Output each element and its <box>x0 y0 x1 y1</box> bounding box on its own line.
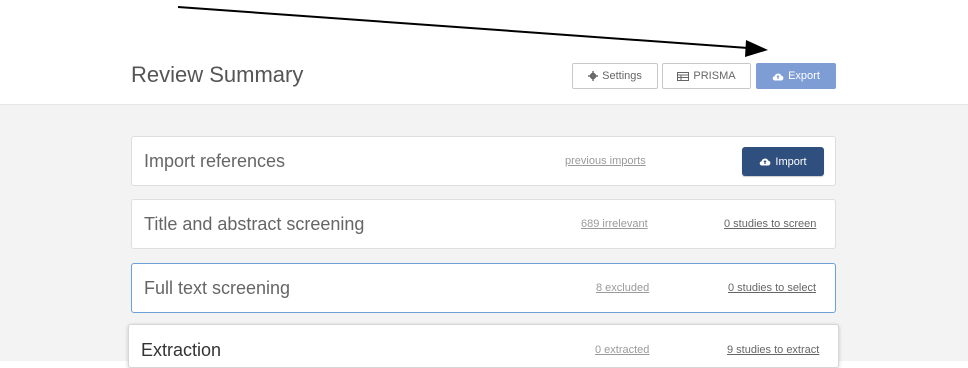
studies-to-select-link[interactable]: 0 studies to select <box>728 282 816 294</box>
extracted-link[interactable]: 0 extracted <box>595 344 649 356</box>
stage-card-title-abstract: Title and abstract screening 689 irrelev… <box>131 199 836 249</box>
prisma-button[interactable]: PRISMA <box>662 63 751 89</box>
export-button[interactable]: Export <box>756 63 836 89</box>
prisma-label: PRISMA <box>693 70 736 82</box>
studies-to-screen-link[interactable]: 0 studies to screen <box>724 218 816 230</box>
excluded-link[interactable]: 8 excluded <box>596 282 649 294</box>
page-title: Review Summary <box>131 62 304 87</box>
stage-title: Extraction <box>141 340 222 360</box>
settings-label: Settings <box>602 70 642 82</box>
stage-title: Title and abstract screening <box>144 214 365 234</box>
cloud-upload-icon <box>760 158 771 166</box>
settings-button[interactable]: Settings <box>572 63 658 89</box>
export-label: Export <box>788 70 820 82</box>
irrelevant-link[interactable]: 689 irrelevant <box>581 218 648 230</box>
cloud-upload-icon <box>772 73 784 81</box>
stage-card-extraction: Extraction 0 extracted 9 studies to extr… <box>128 324 839 368</box>
stage-card-full-text: Full text screening 8 excluded 0 studies… <box>131 263 836 313</box>
stage-card-import: Import references previous imports Impor… <box>131 136 836 186</box>
import-label: Import <box>775 155 807 168</box>
studies-to-extract-link[interactable]: 9 studies to extract <box>727 344 819 356</box>
previous-imports-link[interactable]: previous imports <box>565 155 646 167</box>
import-button[interactable]: Import <box>742 147 824 176</box>
stage-title: Import references <box>144 151 286 171</box>
stage-title: Full text screening <box>144 278 291 298</box>
table-icon <box>677 71 690 81</box>
gear-icon <box>588 71 599 81</box>
